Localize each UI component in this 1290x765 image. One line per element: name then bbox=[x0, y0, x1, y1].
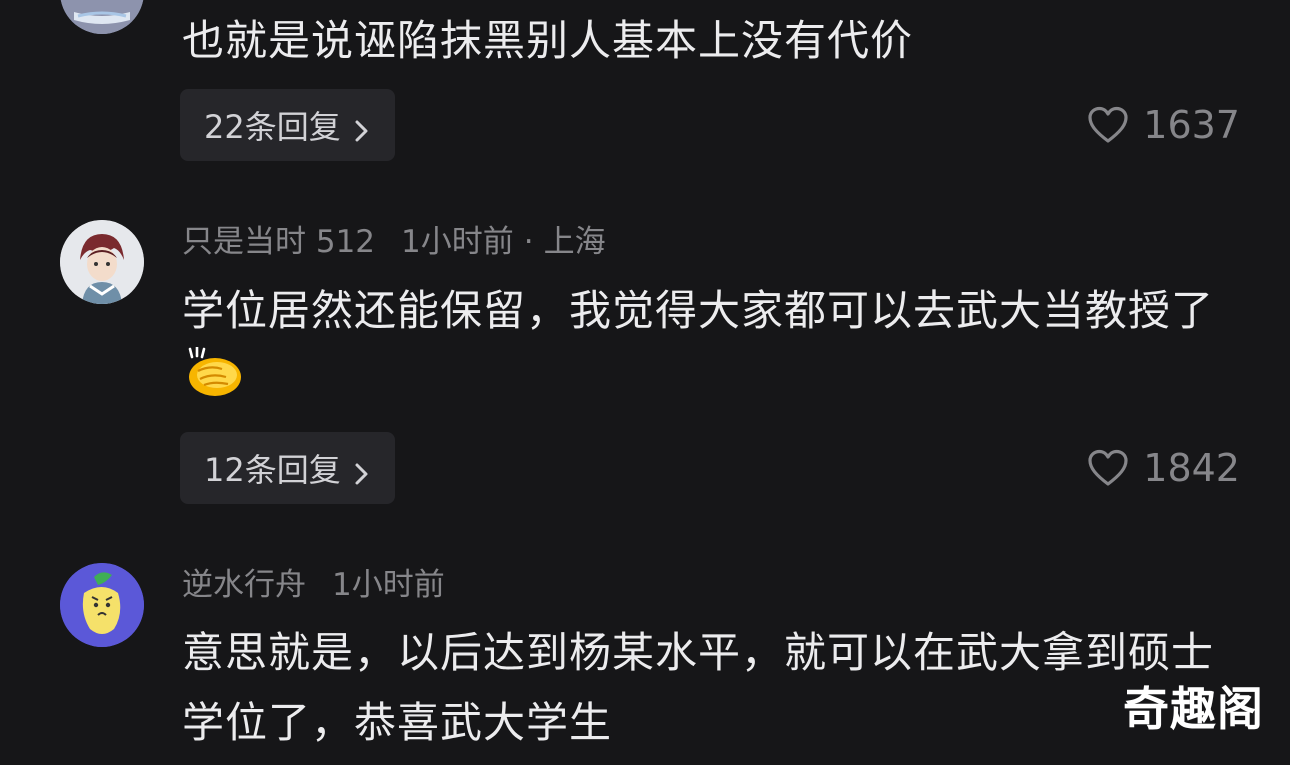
reply-count-label: 12条回复 bbox=[204, 451, 341, 489]
clapping-hands-emoji-icon bbox=[184, 345, 244, 420]
chevron-right-icon bbox=[353, 113, 371, 142]
reply-count-label: 22条回复 bbox=[204, 108, 341, 146]
username[interactable]: 逆水行舟 bbox=[182, 567, 306, 603]
comment-meta: 只是当时 512 1小时前 · 上海 bbox=[182, 222, 606, 262]
comment-text: 学位居然还能保留，我觉得大家都可以去武大当教授了 bbox=[182, 276, 1242, 420]
location: 上海 bbox=[543, 224, 606, 260]
username[interactable]: 只是当时 512 bbox=[182, 224, 375, 260]
comment-text: 也就是说诬陷抹黑别人基本上没有代价 bbox=[182, 16, 914, 65]
heart-icon bbox=[1088, 106, 1128, 143]
heart-icon bbox=[1088, 449, 1128, 486]
timestamp: 1小时前 bbox=[401, 224, 514, 260]
comment-list: 也就是说诬陷抹黑别人基本上没有代价 22条回复 1637 只是当时 512 1小… bbox=[0, 0, 1290, 765]
view-replies-button[interactable]: 12条回复 bbox=[180, 432, 395, 504]
like-button[interactable]: 1637 bbox=[1087, 89, 1240, 161]
like-count: 1842 bbox=[1143, 446, 1240, 490]
separator-dot: · bbox=[523, 224, 534, 260]
watermark-text: 奇趣阁 bbox=[1123, 682, 1264, 736]
like-count: 1637 bbox=[1143, 103, 1240, 147]
like-button[interactable]: 1842 bbox=[1087, 432, 1240, 504]
avatar[interactable] bbox=[60, 220, 144, 304]
comment-text: 意思就是，以后达到杨某水平，就可以在武大拿到硕士学位了，恭喜武大学生 bbox=[182, 628, 1215, 747]
avatar[interactable] bbox=[60, 0, 144, 34]
comment-meta: 逆水行舟 1小时前 bbox=[182, 565, 445, 605]
chevron-right-icon bbox=[353, 456, 371, 485]
avatar[interactable] bbox=[60, 563, 144, 647]
comment-text-content: 学位居然还能保留，我觉得大家都可以去武大当教授了 bbox=[182, 286, 1215, 335]
timestamp: 1小时前 bbox=[332, 567, 445, 603]
view-replies-button[interactable]: 22条回复 bbox=[180, 89, 395, 161]
